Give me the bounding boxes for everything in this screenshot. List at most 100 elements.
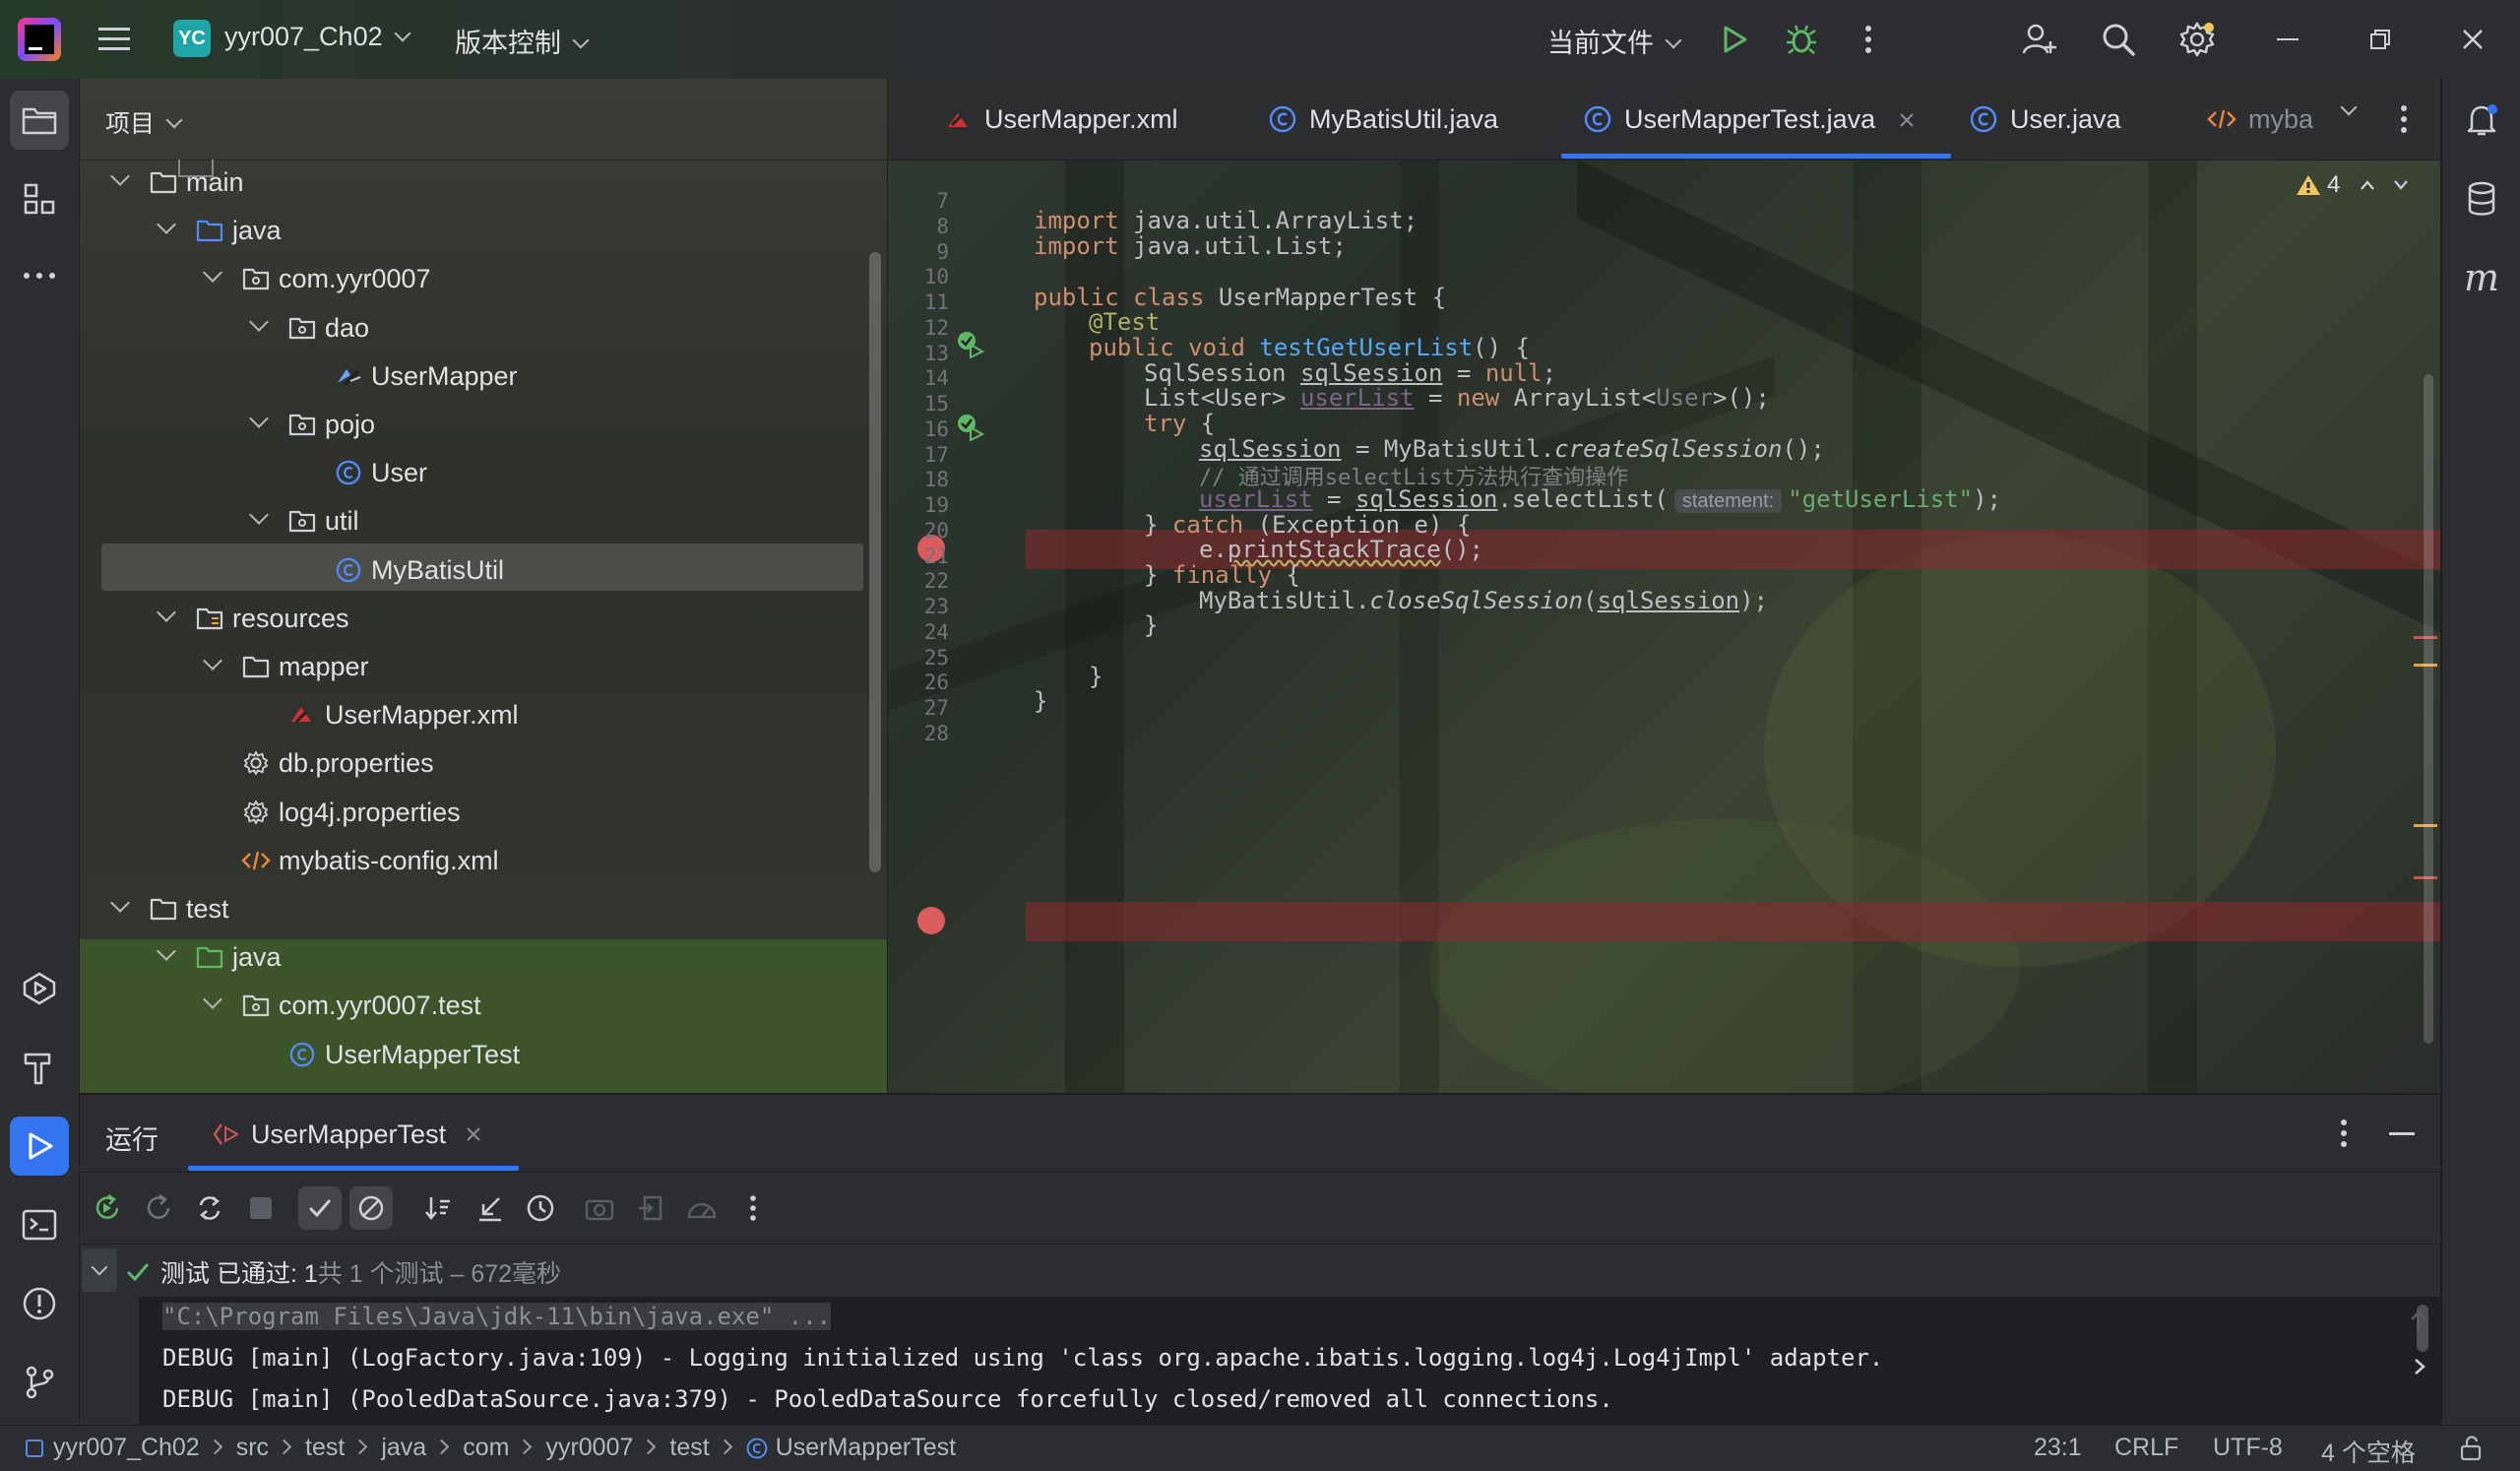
tree-item-util[interactable]: util bbox=[249, 498, 359, 544]
editor-more-icon[interactable] bbox=[2400, 104, 2408, 139]
chevron-down-icon[interactable] bbox=[110, 166, 130, 186]
code-line-8[interactable]: import java.util.ArrayList; bbox=[1034, 207, 1418, 234]
line-number[interactable]: 10 bbox=[888, 265, 949, 288]
line-separator[interactable]: CRLF bbox=[2114, 1434, 2178, 1462]
tree-item-main[interactable]: main bbox=[110, 160, 244, 205]
line-number[interactable]: 13 bbox=[888, 342, 949, 365]
project-tool-icon[interactable] bbox=[10, 91, 69, 150]
line-number[interactable]: 25 bbox=[888, 646, 949, 670]
line-number[interactable]: 22 bbox=[888, 569, 949, 593]
line-number[interactable]: 27 bbox=[888, 696, 949, 720]
stop-icon[interactable] bbox=[239, 1186, 283, 1230]
console-expand-icon[interactable] bbox=[2413, 1357, 2426, 1381]
tab-usermappertest-java[interactable]: UserMapperTest.java bbox=[1583, 79, 1915, 160]
line-number[interactable]: 11 bbox=[888, 290, 949, 314]
breadcrumb-item[interactable]: yyr0007 bbox=[545, 1434, 633, 1461]
chevron-down-icon[interactable] bbox=[203, 651, 222, 671]
line-number[interactable]: 23 bbox=[888, 595, 949, 618]
test-status-line[interactable]: 测试 已通过: 1 共 1 个测试 – 672毫秒 bbox=[125, 1254, 561, 1290]
tab-close-icon[interactable] bbox=[466, 1126, 481, 1142]
next-highlight-icon[interactable] bbox=[2393, 179, 2409, 191]
minimize-icon[interactable] bbox=[2264, 16, 2311, 63]
tree-item-dao[interactable]: dao bbox=[249, 305, 369, 351]
line-number[interactable]: 20 bbox=[888, 519, 949, 543]
tree-item-java[interactable]: java bbox=[157, 934, 282, 980]
breadcrumb-item[interactable]: src bbox=[236, 1434, 269, 1461]
line-number[interactable]: 15 bbox=[888, 392, 949, 416]
tab-mybatisutil-java[interactable]: MyBatisUtil.java bbox=[1268, 79, 1498, 160]
show-ignored-icon[interactable] bbox=[349, 1186, 393, 1230]
chevron-down-icon[interactable] bbox=[249, 505, 269, 525]
project-switcher[interactable]: yyr007_Ch02 bbox=[224, 22, 411, 52]
code-line-13[interactable]: public void testGetUserList() { bbox=[1089, 334, 1530, 361]
tree-item-com-yyr0007[interactable]: com.yyr0007 bbox=[203, 256, 431, 301]
debug-icon[interactable] bbox=[1778, 16, 1825, 63]
run-panel-more-icon[interactable] bbox=[2340, 1119, 2348, 1153]
tree-item-mybatisutil[interactable]: MyBatisUtil bbox=[334, 547, 504, 593]
line-number[interactable]: 28 bbox=[888, 722, 949, 745]
line-number[interactable]: 7 bbox=[888, 189, 949, 213]
git-tool-icon[interactable] bbox=[10, 1353, 69, 1412]
editor-scrollbar[interactable] bbox=[2424, 374, 2433, 1044]
line-number[interactable]: 24 bbox=[888, 620, 949, 644]
console-output[interactable]: "C:\Program Files\Java\jdk-11\bin\java.e… bbox=[139, 1297, 2440, 1426]
line-number[interactable]: 17 bbox=[888, 443, 949, 467]
scroll-to-top-icon[interactable] bbox=[2409, 1310, 2428, 1338]
run-config-selector[interactable]: 当前文件 bbox=[1547, 22, 1682, 60]
rerun-icon[interactable] bbox=[86, 1186, 129, 1230]
run-test-class-icon[interactable] bbox=[957, 331, 985, 363]
chevron-down-icon[interactable] bbox=[157, 603, 176, 622]
coverage-icon[interactable] bbox=[680, 1186, 724, 1230]
breadcrumb-item[interactable]: test bbox=[305, 1434, 345, 1461]
terminal-tool-icon[interactable] bbox=[10, 1195, 69, 1254]
code-line-12[interactable]: @Test bbox=[1089, 308, 1160, 336]
tree-item-mybatis-config-xml[interactable]: mybatis-config.xml bbox=[241, 838, 499, 883]
project-badge[interactable]: YC bbox=[173, 20, 211, 57]
rerun-failed-icon[interactable] bbox=[137, 1186, 180, 1230]
restore-icon[interactable] bbox=[2357, 16, 2404, 63]
tree-item-usermappertest[interactable]: UserMapperTest bbox=[287, 1032, 520, 1077]
more-actions-icon[interactable] bbox=[1845, 16, 1892, 63]
add-user-icon[interactable] bbox=[2016, 16, 2063, 63]
line-number[interactable]: 16 bbox=[888, 417, 949, 441]
file-encoding[interactable]: UTF-8 bbox=[2213, 1434, 2283, 1462]
project-view-selector[interactable]: 项目 bbox=[105, 104, 183, 140]
notifications-icon[interactable] bbox=[2452, 91, 2511, 150]
run-tab-usermappertest[interactable]: UserMapperTest bbox=[212, 1115, 481, 1154]
breadcrumb-item[interactable]: test bbox=[669, 1434, 709, 1461]
hide-panel-icon[interactable] bbox=[2389, 1132, 2415, 1135]
collapse-all-icon[interactable] bbox=[468, 1186, 511, 1230]
chevron-down-icon[interactable] bbox=[203, 263, 222, 283]
indent-settings[interactable]: 4 个空格 bbox=[2321, 1434, 2416, 1469]
tab-mybatis-config[interactable]: myba bbox=[2207, 79, 2325, 160]
chevron-down-icon[interactable] bbox=[249, 409, 269, 428]
run-tool-icon[interactable] bbox=[10, 1117, 69, 1176]
breadcrumb-item[interactable]: yyr007_Ch02 bbox=[53, 1434, 200, 1461]
line-number[interactable]: 9 bbox=[888, 240, 949, 264]
line-number[interactable]: 8 bbox=[888, 215, 949, 238]
breadcrumb-item[interactable]: java bbox=[381, 1434, 426, 1461]
line-number[interactable]: 18 bbox=[888, 468, 949, 491]
code-line-20[interactable]: } catch (Exception e) { bbox=[1144, 511, 1471, 539]
vcs-menu[interactable]: 版本控制 bbox=[455, 22, 590, 60]
settings-gear-icon[interactable] bbox=[2174, 16, 2221, 63]
intellij-logo-icon[interactable] bbox=[18, 18, 61, 61]
line-number[interactable]: 21 bbox=[888, 544, 949, 568]
code-line-23[interactable]: MyBatisUtil.closeSqlSession(sqlSession); bbox=[1199, 587, 1768, 614]
run-toolbar-more-icon[interactable] bbox=[731, 1186, 775, 1230]
tree-item-test[interactable]: test bbox=[110, 886, 229, 931]
read-only-lock-icon[interactable] bbox=[2459, 1436, 2483, 1468]
sort-icon[interactable] bbox=[416, 1186, 460, 1230]
run-test-method-icon[interactable] bbox=[957, 414, 985, 446]
expand-results-icon[interactable] bbox=[82, 1248, 117, 1292]
tab-close-icon[interactable] bbox=[1899, 104, 1915, 135]
structure-tool-icon[interactable] bbox=[10, 169, 69, 228]
services-tool-icon[interactable] bbox=[10, 959, 69, 1018]
close-icon[interactable] bbox=[2449, 16, 2496, 63]
code-line-15[interactable]: List<User> userList = new ArrayList<User… bbox=[1144, 384, 1770, 412]
tab-list-chevron-icon[interactable] bbox=[2340, 98, 2358, 124]
breadcrumb-item[interactable]: com bbox=[463, 1434, 509, 1461]
search-icon[interactable] bbox=[2095, 16, 2142, 63]
code-line-22[interactable]: } finally { bbox=[1144, 561, 1300, 589]
tree-item-pojo[interactable]: pojo bbox=[249, 402, 375, 447]
